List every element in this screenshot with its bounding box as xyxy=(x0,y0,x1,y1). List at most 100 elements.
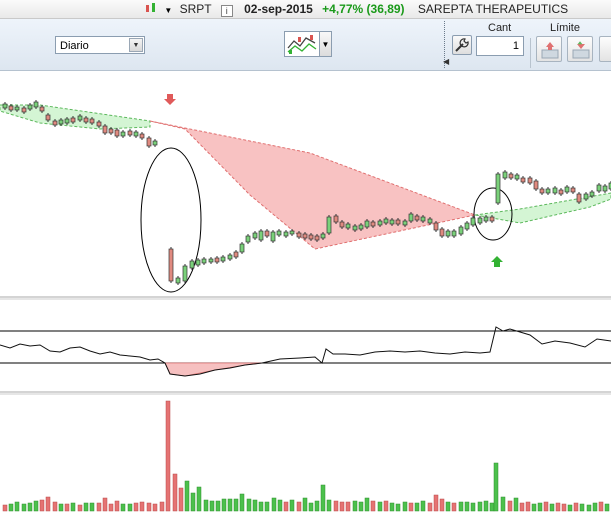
volume-bar xyxy=(352,500,358,512)
candle xyxy=(245,235,251,243)
candle xyxy=(358,224,364,230)
buy-limit-icon xyxy=(541,42,559,59)
collapse-panel-icon[interactable]: ◀ xyxy=(443,57,449,66)
volume-bar xyxy=(14,501,20,512)
candle xyxy=(333,215,339,223)
settings-button[interactable] xyxy=(452,35,472,55)
red-band xyxy=(149,120,477,250)
period-select[interactable]: Diario ▼ xyxy=(55,36,145,54)
volume-bar xyxy=(573,502,579,512)
candle xyxy=(39,106,45,112)
change-label: +4,77% (36,89) xyxy=(322,2,405,16)
candle xyxy=(320,233,326,239)
volume-bar xyxy=(184,480,190,512)
sell-limit-button[interactable] xyxy=(567,36,593,62)
candle xyxy=(402,220,408,226)
volume-bar xyxy=(196,486,202,512)
volume-bar xyxy=(190,492,196,512)
candle xyxy=(495,173,501,204)
candle xyxy=(289,230,295,235)
volume-bar xyxy=(477,501,483,512)
volume-bar xyxy=(408,502,414,512)
sell-limit-icon xyxy=(572,41,590,59)
chevron-down-icon[interactable]: ▼ xyxy=(129,38,143,52)
chart-type-button[interactable] xyxy=(284,31,320,57)
oscillator-pane[interactable] xyxy=(0,326,611,377)
volume-bar xyxy=(339,501,345,512)
volume-bar xyxy=(70,502,76,512)
symbol-label[interactable]: SRPT xyxy=(180,2,212,16)
limit-label: Límite xyxy=(550,22,580,34)
candle xyxy=(114,129,120,137)
volume-bar xyxy=(308,502,314,512)
volume-bar xyxy=(215,500,221,512)
volume-bar xyxy=(258,501,264,512)
candle xyxy=(21,107,27,113)
arrow-down-signal-icon xyxy=(164,94,176,105)
limit-divider xyxy=(530,38,531,68)
candle xyxy=(264,230,270,237)
volume-bar xyxy=(120,503,126,512)
quantity-input[interactable]: 1 xyxy=(476,36,524,56)
symbol-dropdown-icon[interactable]: ▼ xyxy=(164,6,172,15)
volume-pane xyxy=(2,400,610,512)
candle xyxy=(308,234,314,240)
candle xyxy=(189,260,195,269)
chart-type-icon xyxy=(287,35,317,54)
volume-bar xyxy=(246,498,252,512)
candle xyxy=(533,180,539,190)
candle xyxy=(433,222,439,231)
volume-bar xyxy=(483,500,489,512)
more-order-button[interactable] xyxy=(599,36,611,62)
volume-bar xyxy=(561,503,567,512)
volume-bar xyxy=(21,503,27,512)
candle xyxy=(583,193,589,200)
candle xyxy=(451,230,457,237)
volume-bar xyxy=(221,498,227,512)
candle xyxy=(527,177,533,184)
volume-bar xyxy=(464,501,470,512)
volume-bar xyxy=(493,462,499,512)
oscillator-line xyxy=(0,326,611,377)
candle xyxy=(208,258,214,263)
volume-bar xyxy=(604,503,610,512)
candle xyxy=(89,118,95,124)
candle xyxy=(14,106,20,111)
candle xyxy=(182,265,188,282)
buy-limit-button[interactable] xyxy=(536,36,562,62)
volume-bar xyxy=(314,500,320,512)
candle xyxy=(302,233,308,239)
volume-bar xyxy=(108,503,114,512)
volume-bar xyxy=(283,501,289,512)
volume-bar xyxy=(345,501,351,512)
candle xyxy=(214,257,220,263)
volume-bar xyxy=(402,501,408,512)
info-icon[interactable]: i xyxy=(220,5,233,17)
candle xyxy=(139,133,145,139)
candle xyxy=(152,140,158,146)
price-chart[interactable] xyxy=(0,71,611,515)
volume-bar xyxy=(364,497,370,512)
volume-bar xyxy=(127,503,133,512)
chart-type-dropdown[interactable]: ▼ xyxy=(320,31,332,57)
candle xyxy=(102,125,108,134)
volume-bar xyxy=(377,501,383,512)
volume-bar xyxy=(271,497,277,512)
volume-bar xyxy=(389,502,395,512)
quantity-label: Cant xyxy=(488,22,512,34)
candle xyxy=(483,216,489,222)
candle xyxy=(477,217,483,224)
volume-bar xyxy=(27,502,33,512)
volume-bar xyxy=(233,498,239,512)
candle xyxy=(552,187,558,194)
candle xyxy=(52,120,58,126)
volume-bar xyxy=(320,484,326,512)
candle xyxy=(70,117,76,123)
candle xyxy=(558,189,564,195)
volume-bar xyxy=(543,501,549,512)
volume-bar xyxy=(89,502,95,512)
volume-bar xyxy=(567,504,573,512)
volume-bar xyxy=(159,501,165,512)
candle xyxy=(508,173,514,179)
volume-bar xyxy=(513,497,519,512)
